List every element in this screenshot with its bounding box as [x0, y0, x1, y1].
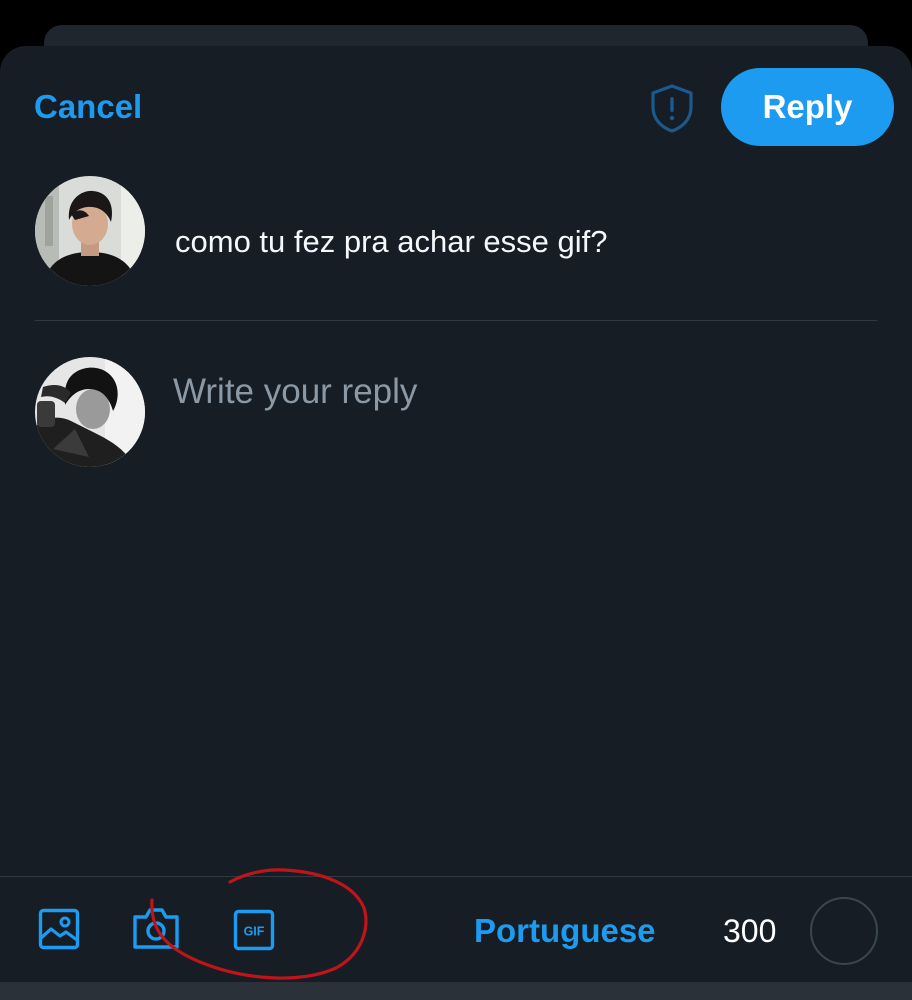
toolbar-divider	[0, 876, 912, 877]
image-icon[interactable]	[38, 908, 80, 955]
camera-icon[interactable]	[132, 906, 180, 955]
character-count: 300	[723, 913, 777, 949]
original-tweet-text: como tu fez pra achar esse gif?	[175, 224, 608, 259]
character-progress-ring	[810, 897, 878, 965]
language-selector[interactable]: Portuguese	[474, 911, 656, 951]
user-avatar[interactable]	[35, 357, 145, 467]
reply-input[interactable]	[173, 364, 873, 420]
cancel-button[interactable]: Cancel	[34, 86, 142, 128]
reply-button[interactable]: Reply	[721, 68, 894, 146]
screen: Cancel Reply como tu fez pra achar esse …	[0, 0, 912, 1000]
gif-icon[interactable]: GIF	[233, 909, 275, 956]
shield-icon[interactable]	[648, 83, 696, 133]
original-author-avatar[interactable]	[35, 176, 145, 286]
reply-sheet	[0, 46, 912, 1000]
bottom-bar	[0, 982, 912, 1000]
gif-icon-label: GIF	[244, 925, 265, 939]
divider	[35, 320, 877, 321]
